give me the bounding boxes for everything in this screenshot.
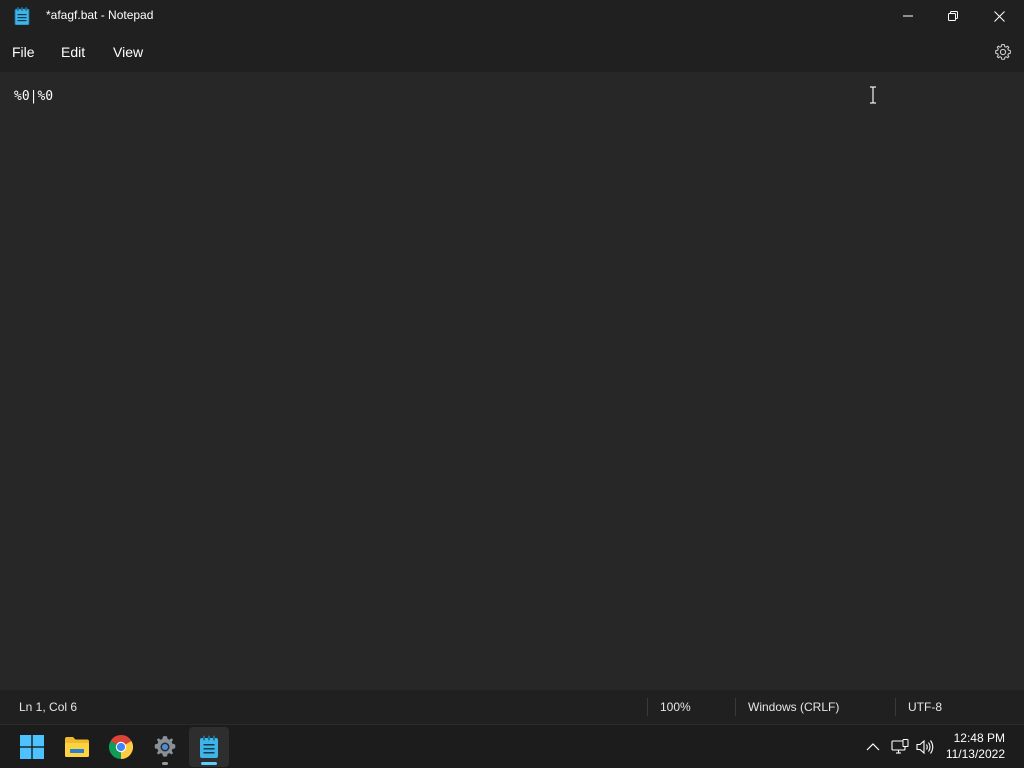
status-divider [647, 698, 648, 716]
file-explorer-button[interactable] [57, 727, 97, 767]
restore-button[interactable] [930, 0, 976, 32]
encoding: UTF-8 [908, 700, 942, 714]
window-title: *afagf.bat - Notepad [46, 8, 154, 22]
status-divider [895, 698, 896, 716]
close-icon [993, 10, 1005, 22]
settings-app-button[interactable] [145, 727, 185, 767]
status-bar: Ln 1, Col 6 100% Windows (CRLF) UTF-8 [0, 690, 1024, 724]
windows-logo-icon [20, 735, 44, 759]
menu-edit[interactable]: Edit [59, 32, 87, 72]
title-bar[interactable]: *afagf.bat - Notepad [0, 0, 1024, 32]
status-divider [735, 698, 736, 716]
line-ending: Windows (CRLF) [748, 700, 840, 714]
folder-icon [65, 737, 89, 757]
editor-content[interactable]: %0|%0 [14, 89, 53, 104]
chrome-icon [109, 735, 133, 759]
gear-icon [154, 736, 176, 757]
taskbar: 12:48 PM 11/13/2022 [0, 724, 1024, 768]
minimize-button[interactable] [885, 0, 931, 32]
clock-date: 11/13/2022 [945, 747, 1005, 761]
menu-bar: File Edit View [0, 32, 1024, 72]
menu-file[interactable]: File [10, 32, 37, 72]
active-indicator [201, 762, 217, 765]
cursor-position: Ln 1, Col 6 [19, 700, 78, 714]
text-cursor-icon [870, 86, 876, 104]
gear-icon[interactable] [994, 43, 1012, 61]
network-button[interactable] [891, 738, 909, 756]
notepad-button[interactable] [189, 727, 229, 767]
volume-icon [916, 739, 934, 755]
show-hidden-icons-button[interactable] [864, 738, 882, 756]
zoom-level: 100% [660, 700, 691, 714]
minimize-icon [903, 15, 913, 17]
network-icon [891, 739, 909, 754]
text-editor[interactable]: %0|%0 [0, 72, 1024, 690]
start-button[interactable] [12, 727, 52, 767]
close-button[interactable] [976, 0, 1022, 32]
notepad-icon [14, 7, 30, 25]
clock-time: 12:48 PM [953, 731, 1005, 745]
notepad-window: *afagf.bat - Notepad File Edit View %0|%… [0, 0, 1024, 724]
clock[interactable]: 12:48 PM 11/13/2022 [946, 730, 1005, 762]
notepad-icon [200, 735, 218, 758]
volume-button[interactable] [916, 738, 934, 756]
chevron-up-icon [866, 743, 880, 751]
menu-view[interactable]: View [111, 32, 145, 72]
chrome-button[interactable] [101, 727, 141, 767]
running-indicator [162, 762, 168, 765]
restore-icon [948, 11, 958, 21]
